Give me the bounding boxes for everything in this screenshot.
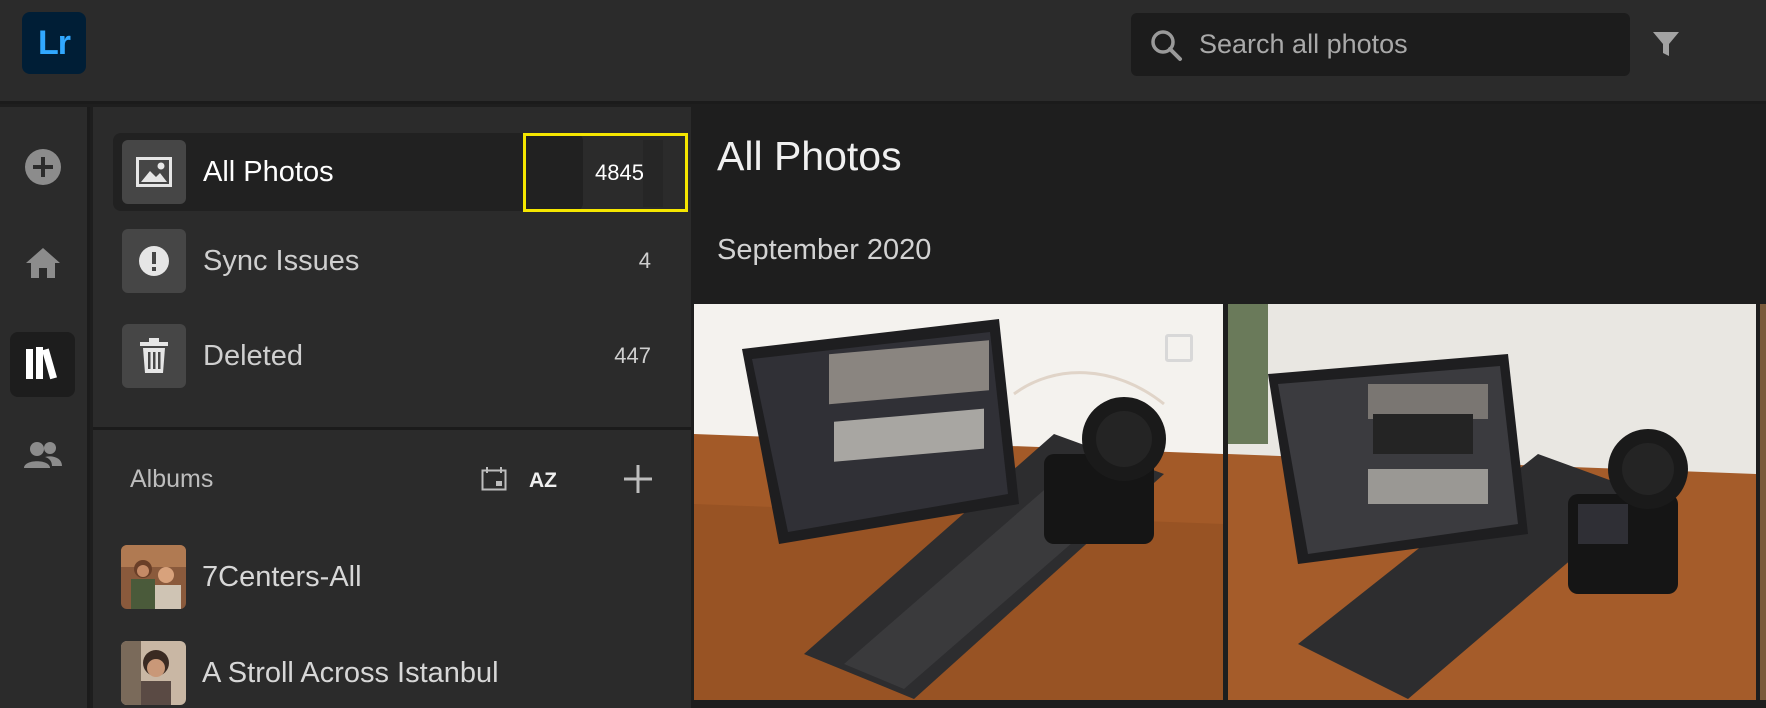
album-label: A Stroll Across Istanbul: [202, 656, 499, 689]
home-icon: [24, 246, 62, 285]
people-icon: [23, 440, 63, 475]
select-checkbox[interactable]: [1165, 334, 1193, 362]
page-title: All Photos: [717, 133, 902, 179]
add-icon: [24, 148, 62, 191]
album-label: 7Centers-All: [202, 560, 362, 593]
album-item[interactable]: 7Centers-All: [121, 544, 681, 610]
sort-alpha-label: AZ: [529, 469, 557, 492]
photo-icon: [122, 140, 186, 204]
album-thumbnail: [121, 545, 186, 609]
sort-by-date-button[interactable]: [479, 466, 509, 496]
photo-thumbnail[interactable]: [1760, 304, 1766, 700]
photo-thumbnail[interactable]: [1228, 304, 1756, 700]
albums-heading: Albums: [130, 465, 214, 493]
calendar-icon: [481, 466, 507, 496]
search-box[interactable]: [1131, 13, 1630, 76]
source-count: 447: [614, 343, 651, 368]
source-count-all-photos: 4845: [595, 159, 644, 185]
all-photos-count-highlight: 4845: [523, 133, 688, 212]
lightroom-logo[interactable]: Lr: [22, 12, 86, 74]
alert-icon: [122, 229, 186, 293]
album-thumbnail: [121, 641, 186, 705]
sort-alpha-button[interactable]: AZ: [526, 466, 560, 496]
source-deleted[interactable]: Deleted 447: [113, 317, 683, 395]
source-all-photos[interactable]: All Photos: [113, 133, 583, 211]
left-rail: [0, 107, 90, 708]
date-section-heading: September 2020: [717, 234, 932, 266]
filter-icon[interactable]: [1646, 24, 1686, 64]
source-label: Sync Issues: [203, 244, 360, 277]
panel-divider: [93, 427, 691, 430]
home-button[interactable]: [10, 233, 75, 298]
top-bar: Lr: [0, 0, 1766, 104]
plus-icon: [623, 464, 653, 499]
library-icon: [23, 343, 63, 386]
photo-thumbnail[interactable]: [694, 304, 1223, 700]
source-label: Deleted: [203, 339, 303, 372]
library-button[interactable]: [10, 332, 75, 397]
add-album-button[interactable]: [622, 464, 654, 499]
add-photos-button[interactable]: [10, 137, 75, 202]
source-count: 4: [638, 248, 651, 273]
search-input[interactable]: [1199, 29, 1599, 60]
trash-icon: [122, 324, 186, 388]
album-item[interactable]: A Stroll Across Istanbul: [121, 640, 681, 706]
source-sync-issues[interactable]: Sync Issues 4: [113, 222, 683, 300]
people-button[interactable]: [10, 425, 75, 490]
scroll-pad: [643, 140, 663, 207]
search-icon: [1147, 26, 1185, 64]
